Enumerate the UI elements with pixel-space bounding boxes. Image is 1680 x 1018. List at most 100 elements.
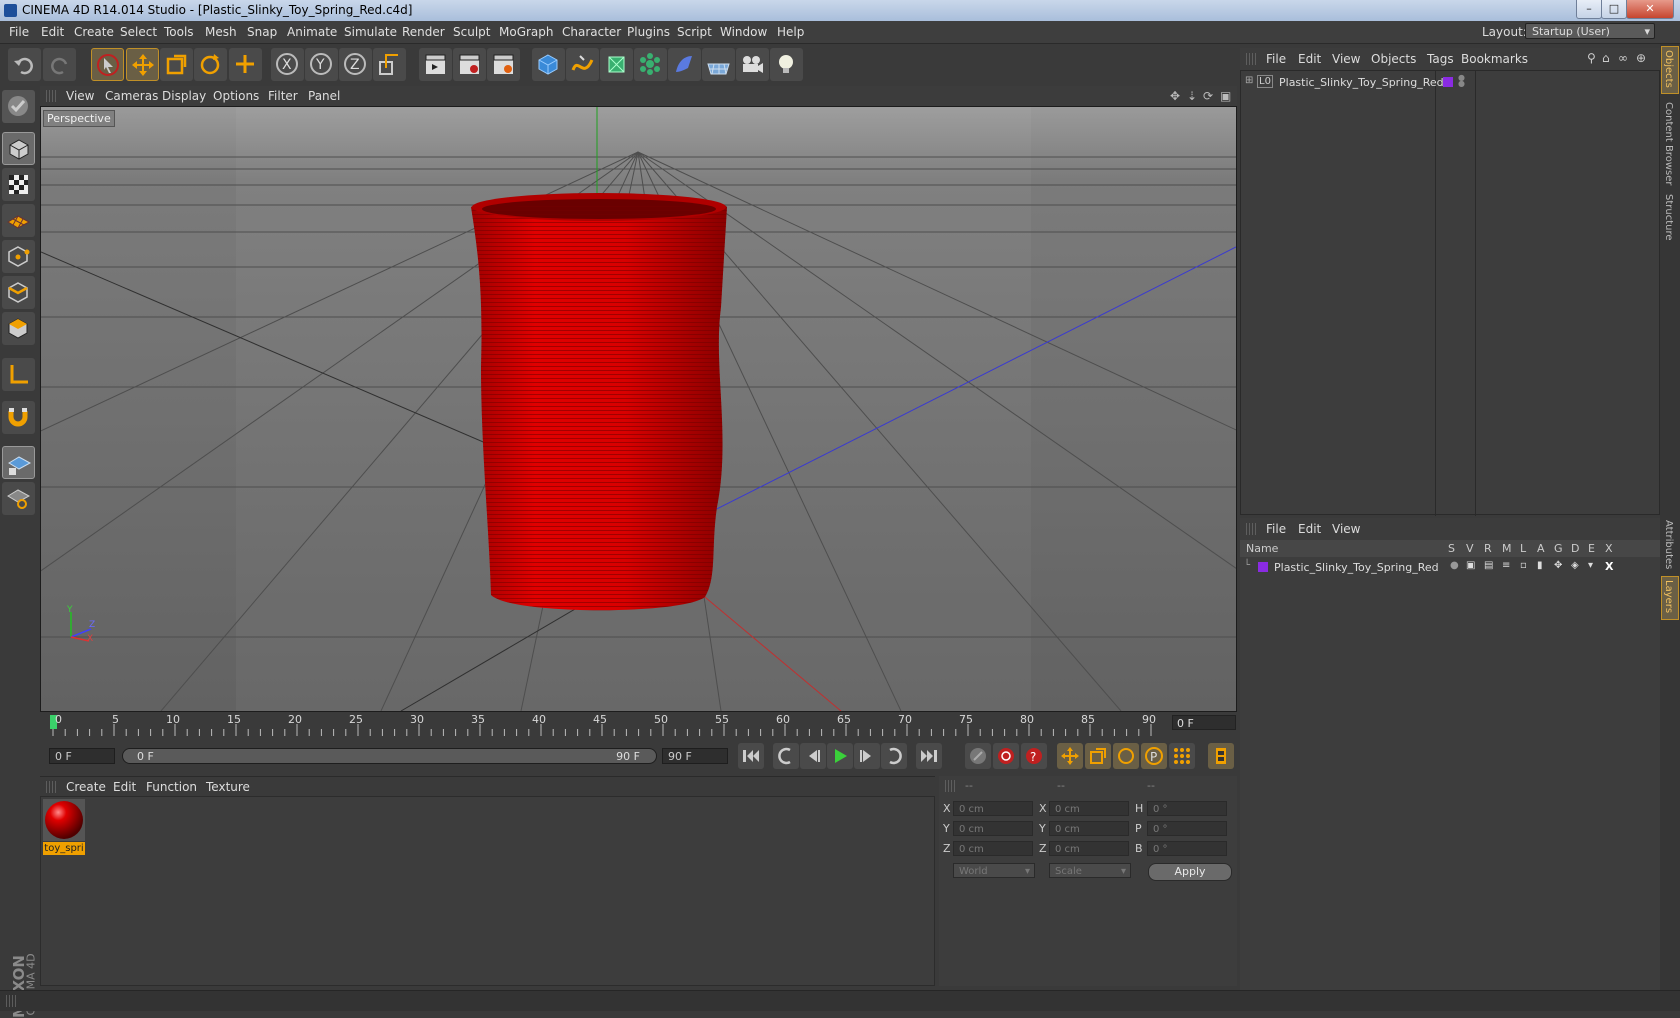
viewport-menu-panel[interactable]: Panel <box>308 89 340 103</box>
object-row[interactable]: ⊞ L0 Plastic_Slinky_Toy_Spring_Red ● ● <box>1245 74 1665 91</box>
menu-edit[interactable]: Edit <box>41 25 64 39</box>
object-manager-panel[interactable]: ⊞ L0 Plastic_Slinky_Toy_Spring_Red ● ● <box>1240 70 1660 516</box>
viewport-zoom-icon[interactable]: ⇣ <box>1187 89 1197 103</box>
col-deformers[interactable]: D <box>1571 542 1579 555</box>
col-solo[interactable]: S <box>1448 542 1455 555</box>
size-z-field[interactable]: 0 cm <box>1049 841 1129 856</box>
home-icon[interactable]: ⌂ <box>1602 51 1610 65</box>
col-generators[interactable]: G <box>1554 542 1563 555</box>
lock-toggle-icon[interactable]: ▫ <box>1520 560 1527 571</box>
object-menu-file[interactable]: File <box>1266 52 1286 66</box>
xref-toggle-icon[interactable]: X <box>1605 560 1613 573</box>
add-camera-button[interactable] <box>736 48 769 81</box>
menu-animate[interactable]: Animate <box>287 25 337 39</box>
render-toggle-icon[interactable]: ▤ <box>1484 560 1493 571</box>
viewport-menu-view[interactable]: View <box>66 89 94 103</box>
key-parameter-button[interactable]: P <box>1141 743 1167 769</box>
y-axis-button[interactable]: Y <box>305 48 338 81</box>
viewport-menu-filter[interactable]: Filter <box>268 89 298 103</box>
viewport-menu-display[interactable]: Display <box>162 89 206 103</box>
material-swatch[interactable]: toy_spri <box>43 799 85 855</box>
render-view-button[interactable] <box>419 48 452 81</box>
model-mode-button[interactable] <box>2 132 35 165</box>
pos-z-field[interactable]: 0 cm <box>953 841 1033 856</box>
material-menu-function[interactable]: Function <box>146 780 197 794</box>
timeline-ruler[interactable]: 0 5 10 15 20 25 30 35 40 45 50 55 60 65 … <box>40 712 1237 740</box>
viewport-menu-cameras[interactable]: Cameras <box>105 89 158 103</box>
add-cube-button[interactable] <box>532 48 565 81</box>
menu-help[interactable]: Help <box>777 25 804 39</box>
pos-y-field[interactable]: 0 cm <box>953 821 1033 836</box>
close-button[interactable]: ✕ <box>1626 0 1674 19</box>
manager-toggle-icon[interactable]: ≡ <box>1502 560 1510 571</box>
link-icon[interactable]: ∞ <box>1618 51 1628 65</box>
material-manager-area[interactable]: toy_spri <box>40 796 935 986</box>
col-expressions[interactable]: E <box>1588 542 1595 555</box>
render-settings-button[interactable] <box>487 48 520 81</box>
snap-button[interactable] <box>2 401 35 434</box>
minimize-button[interactable]: – <box>1576 0 1602 19</box>
menu-render[interactable]: Render <box>402 25 445 39</box>
goto-next-key-button[interactable] <box>881 743 907 769</box>
menu-tools[interactable]: Tools <box>164 25 194 39</box>
step-back-button[interactable] <box>800 743 826 769</box>
tab-objects[interactable]: Objects <box>1663 50 1674 88</box>
autokey-button[interactable] <box>993 743 1019 769</box>
edges-mode-button[interactable] <box>2 276 35 309</box>
axis-mode-button[interactable] <box>2 358 35 391</box>
menu-script[interactable]: Script <box>677 25 712 39</box>
maximize-button[interactable]: □ <box>1601 0 1627 19</box>
menu-mograph[interactable]: MoGraph <box>499 25 554 39</box>
tab-layers[interactable]: Layers <box>1663 580 1674 613</box>
record-keys-button[interactable] <box>965 743 991 769</box>
search-icon[interactable]: ⚲ <box>1587 51 1596 65</box>
viewport-maximize-icon[interactable]: ▣ <box>1220 89 1231 103</box>
object-menu-objects[interactable]: Objects <box>1371 52 1416 66</box>
polygons-mode-button[interactable] <box>2 312 35 345</box>
play-button[interactable] <box>827 743 853 769</box>
tab-content-browser[interactable]: Content Browser <box>1663 102 1674 185</box>
new-window-icon[interactable]: ⊕ <box>1636 51 1646 65</box>
col-name[interactable]: Name <box>1246 542 1278 555</box>
add-nurbs-button[interactable] <box>600 48 633 81</box>
move-tool-button[interactable] <box>126 48 159 81</box>
col-view[interactable]: V <box>1466 542 1474 555</box>
texture-mode-button[interactable] <box>2 168 35 201</box>
slinky-object[interactable] <box>471 193 727 611</box>
workplane-mode-button[interactable] <box>2 204 35 237</box>
add-environment-button[interactable] <box>702 48 735 81</box>
start-frame-field[interactable]: 0 F <box>49 748 115 764</box>
layer-menu-view[interactable]: View <box>1332 522 1360 536</box>
layout-dropdown[interactable]: Startup (User) ▾ <box>1525 23 1655 39</box>
coordinate-mode-dropdown[interactable]: World ▾ <box>953 863 1035 878</box>
current-frame-field[interactable]: 0 F <box>1172 715 1236 730</box>
add-mograph-button[interactable] <box>634 48 667 81</box>
viewport-pan-icon[interactable]: ✥ <box>1170 89 1180 103</box>
deformer-toggle-icon[interactable]: ◈ <box>1571 560 1579 571</box>
3d-viewport[interactable]: Perspective Y Z X <box>40 106 1237 712</box>
z-axis-button[interactable]: Z <box>339 48 372 81</box>
col-manager[interactable]: M <box>1502 542 1512 555</box>
points-mode-button[interactable] <box>2 240 35 273</box>
workplane-rotate-button[interactable] <box>2 482 35 515</box>
rotate-tool-button[interactable] <box>194 48 227 81</box>
menu-mesh[interactable]: Mesh <box>205 25 237 39</box>
end-frame-field[interactable]: 90 F <box>662 748 728 764</box>
material-menu-create[interactable]: Create <box>66 780 106 794</box>
layer-row[interactable]: └ Plastic_Slinky_Toy_Spring_Red ● ▣ ▤ ≡ … <box>1244 560 1654 576</box>
redo-button[interactable] <box>43 48 76 81</box>
layer-menu-edit[interactable]: Edit <box>1298 522 1321 536</box>
size-y-field[interactable]: 0 cm <box>1049 821 1129 836</box>
x-axis-button[interactable]: X <box>271 48 304 81</box>
expression-toggle-icon[interactable]: ▾ <box>1588 560 1593 571</box>
size-mode-dropdown[interactable]: Scale ▾ <box>1049 863 1131 878</box>
viewport-camera-label[interactable]: Perspective <box>43 110 115 127</box>
add-light-button[interactable] <box>770 48 803 81</box>
rot-p-field[interactable]: 0 ° <box>1147 821 1227 836</box>
material-menu-texture[interactable]: Texture <box>206 780 250 794</box>
viewport-rotate-icon[interactable]: ⟳ <box>1203 89 1213 103</box>
lock-workplane-button[interactable] <box>2 446 35 479</box>
key-pla-button[interactable] <box>1169 743 1195 769</box>
layer-name[interactable]: Plastic_Slinky_Toy_Spring_Red <box>1274 561 1439 574</box>
object-menu-view[interactable]: View <box>1332 52 1360 66</box>
